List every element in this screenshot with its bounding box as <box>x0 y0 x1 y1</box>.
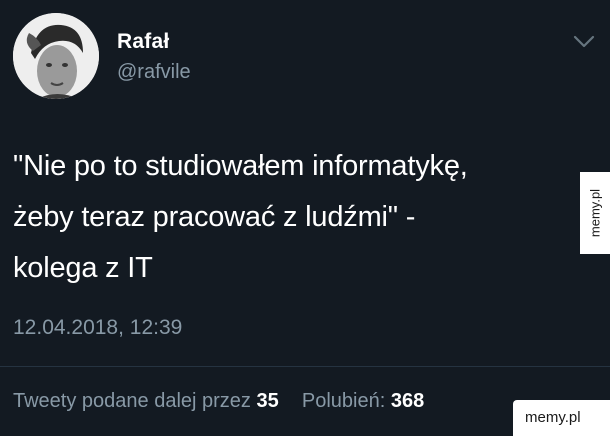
watermark-side-text: memy.pl <box>587 188 603 238</box>
tweet-text-line: żeby teraz pracować z ludźmi" - <box>13 201 416 233</box>
avatar-photo <box>13 13 99 99</box>
watermark-corner-text: memy.pl <box>525 409 581 426</box>
avatar[interactable] <box>13 13 99 99</box>
retweets-count[interactable]: 35 <box>257 390 279 412</box>
display-name[interactable]: Rafał <box>117 30 169 54</box>
tweet-text: "Nie po to studiowałem informatykę, żeby… <box>13 141 583 294</box>
retweets-label: Tweety podane dalej przez <box>13 390 251 412</box>
tweet-text-line: "Nie po to studiowałem informatykę, <box>13 150 468 182</box>
likes-label: Polubień: <box>301 390 386 412</box>
tweet-timestamp[interactable]: 12.04.2018, 12:39 <box>13 316 182 340</box>
user-handle[interactable]: @rafvile <box>117 61 191 84</box>
divider <box>0 366 610 367</box>
tweet-text-line: kolega z IT <box>13 252 153 284</box>
tweet-card: Rafał @rafvile "Nie po to studiowałem in… <box>0 0 610 436</box>
watermark-side: memy.pl <box>580 172 610 254</box>
likes-count[interactable]: 368 <box>391 390 424 412</box>
tweet-stats: Tweety podane dalej przez 35 Polubień: 3… <box>13 390 424 413</box>
chevron-down-icon[interactable] <box>573 35 595 49</box>
watermark-corner: memy.pl <box>513 400 610 436</box>
